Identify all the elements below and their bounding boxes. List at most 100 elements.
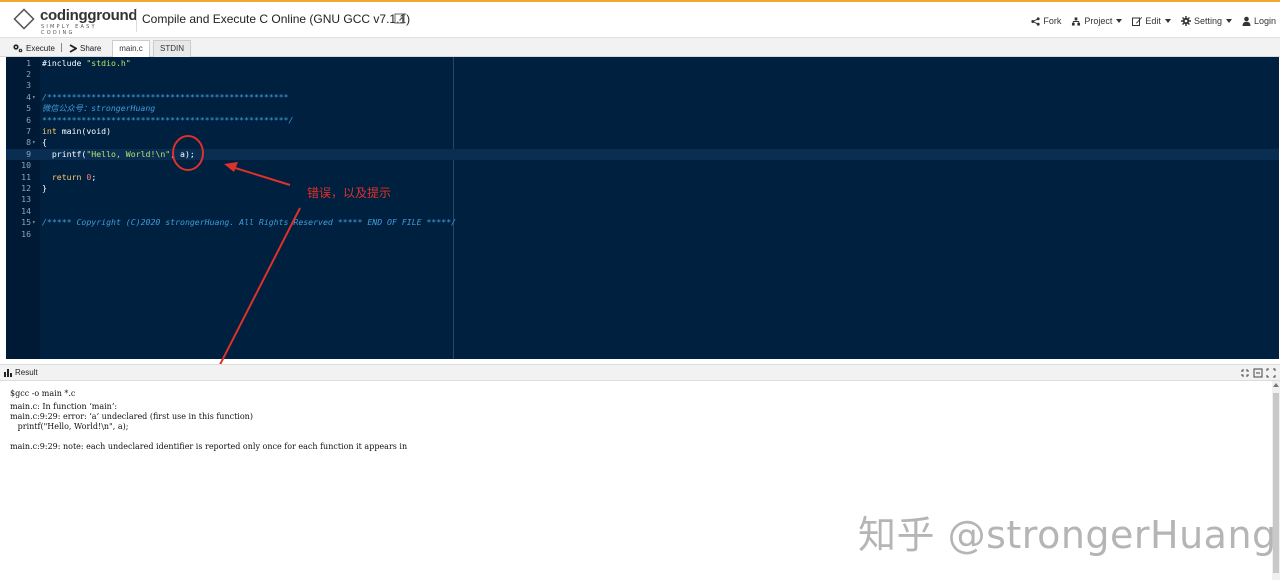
logo-diamond-icon xyxy=(13,8,35,30)
code-token: /***** Copyright (C)2020 strongerHuang. … xyxy=(42,217,457,228)
code-line[interactable]: 3 xyxy=(6,80,1279,91)
code-line[interactable]: 4 ▾ /*************************************… xyxy=(6,92,1279,103)
edit-icon xyxy=(1132,17,1143,26)
code-editor[interactable]: 1 #include "stdio.h" 2 3 4 ▾/****************… xyxy=(6,57,1279,359)
top-nav: Fork Project Edit Setting Login xyxy=(1021,13,1276,29)
line-number: 6 xyxy=(26,114,31,125)
line-number: 8 xyxy=(26,137,31,148)
zhihu-watermark: 知乎 @strongerHuang xyxy=(858,513,1277,557)
line-number: 10 xyxy=(21,160,31,171)
tab-stdin[interactable]: STDIN xyxy=(153,40,191,57)
code-token: } xyxy=(42,182,47,193)
gears-icon xyxy=(13,44,23,53)
toolbar-divider xyxy=(61,43,62,52)
code-token: "stdio.h" xyxy=(86,57,131,68)
restore-icon[interactable] xyxy=(1253,368,1263,378)
code-token: { xyxy=(42,137,47,148)
code-line[interactable]: 7 int main(void) xyxy=(6,126,1279,137)
code-token: return xyxy=(42,171,87,182)
project-menu[interactable]: Project xyxy=(1071,16,1123,26)
shrink-icon[interactable] xyxy=(1240,368,1250,378)
fork-icon xyxy=(1031,16,1041,26)
setting-menu[interactable]: Setting xyxy=(1180,16,1232,26)
result-title: Result xyxy=(4,368,38,377)
code-line[interactable]: 15 ▾ /***** Copyright (C)2020 strongerHuan… xyxy=(6,217,1279,228)
code-text: /***** Copyright (C)2020 strongerHuang. … xyxy=(42,217,456,228)
chevron-down-icon xyxy=(1116,19,1123,23)
fold-toggle-icon[interactable]: ▾ xyxy=(32,217,36,228)
code-line[interactable]: 11 return 0; xyxy=(6,172,1279,183)
logo-tagline: SIMPLY EASY CODING xyxy=(41,24,97,36)
execute-button[interactable]: Execute xyxy=(12,41,55,55)
project-icon xyxy=(1072,16,1081,26)
code-token: /***************************************… xyxy=(42,91,289,102)
tab-main-c[interactable]: main.c xyxy=(112,40,150,57)
code-token: "Hello, World!\n" xyxy=(86,148,171,159)
code-line[interactable]: 16 xyxy=(6,229,1279,240)
code-line[interactable]: 10 xyxy=(6,160,1279,171)
line-number: 5 xyxy=(26,103,31,114)
code-line[interactable]: 13 xyxy=(6,194,1279,205)
code-token: int xyxy=(42,125,62,136)
chevron-down-icon xyxy=(1225,19,1232,23)
line-number: 13 xyxy=(21,194,31,205)
result-title-label: Result xyxy=(15,368,38,377)
line-number: 3 xyxy=(26,80,31,91)
code-line[interactable]: 1 #include "stdio.h" xyxy=(6,58,1279,69)
edit-label: Edit xyxy=(1145,16,1161,26)
code-text: #include "stdio.h" xyxy=(42,58,131,69)
share-label: Share xyxy=(80,43,102,53)
code-text: int main(void) xyxy=(42,126,111,137)
output-line: main.c:9:29: note: each undeclared ident… xyxy=(10,442,408,451)
code-text: /***************************************… xyxy=(42,92,288,103)
line-number: 15 xyxy=(21,217,31,228)
fork-label: Fork xyxy=(1043,16,1062,26)
code-line[interactable]: 2 xyxy=(6,69,1279,80)
code-token: #include xyxy=(42,57,87,68)
bar-chart-icon xyxy=(4,368,12,377)
expand-icon[interactable] xyxy=(1266,368,1276,378)
setting-label: Setting xyxy=(1193,16,1222,26)
scroll-up-icon[interactable] xyxy=(1273,383,1279,387)
line-number: 12 xyxy=(21,182,31,193)
top-header: codingground SIMPLY EASY CODING Compile … xyxy=(0,0,1280,38)
edit-title-icon[interactable] xyxy=(394,11,406,25)
execute-label: Execute xyxy=(26,43,55,53)
login-label: Login xyxy=(1253,16,1276,26)
app-page: codingground SIMPLY EASY CODING Compile … xyxy=(0,0,1280,580)
fold-toggle-icon[interactable]: ▾ xyxy=(32,137,36,148)
code-text: 微信公众号：strongerHuang xyxy=(42,103,155,114)
code-line[interactable]: 12} xyxy=(6,183,1279,194)
code-text: ****************************************… xyxy=(42,115,293,126)
gear-icon xyxy=(1180,16,1191,26)
page-title: Compile and Execute C Online (GNU GCC v7… xyxy=(142,12,411,26)
login-button[interactable]: Login xyxy=(1242,16,1276,26)
edit-menu[interactable]: Edit xyxy=(1132,16,1171,26)
line-number: 9 xyxy=(26,148,31,159)
line-number: 2 xyxy=(26,68,31,79)
project-label: Project xyxy=(1084,16,1113,26)
line-number: 7 xyxy=(26,125,31,136)
output-line: printf("Hello, World!\n", a); xyxy=(10,422,129,431)
line-number: 1 xyxy=(26,57,31,68)
code-line[interactable]: 8 ▾ { xyxy=(6,137,1279,148)
editor-toolbar: Execute Share main.c STDIN xyxy=(0,38,1280,57)
line-number: 4 xyxy=(26,91,31,102)
codingground-logo[interactable]: codingground SIMPLY EASY CODING xyxy=(13,7,138,36)
fork-button[interactable]: Fork xyxy=(1031,16,1061,26)
fold-toggle-icon[interactable]: ▾ xyxy=(32,92,36,103)
code-line[interactable]: 14 xyxy=(6,206,1279,217)
code-line[interactable]: 9 printf("Hello, World!\n", a); xyxy=(6,148,1279,161)
annotation-label: 错误，以及提示 xyxy=(307,186,392,200)
code-line[interactable]: 6 ***************************************… xyxy=(6,115,1279,126)
line-number: 14 xyxy=(21,205,31,216)
output-line: main.c:9:29: error: ‘a’ undeclared (firs… xyxy=(10,412,253,421)
header-divider xyxy=(136,8,137,32)
code-token: , a); xyxy=(170,148,195,159)
share-button[interactable]: Share xyxy=(69,41,101,55)
result-controls xyxy=(1237,368,1276,378)
code-token: printf( xyxy=(42,148,87,159)
user-icon xyxy=(1242,16,1251,26)
code-line[interactable]: 5 微信公众号：strongerHuang xyxy=(6,103,1279,114)
code-text: } xyxy=(42,183,47,194)
